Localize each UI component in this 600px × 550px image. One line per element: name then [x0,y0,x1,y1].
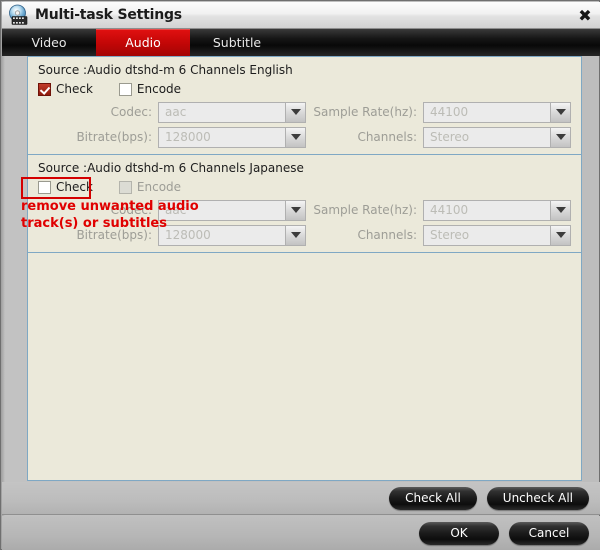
sample-rate-label: Sample Rate(hz): [313,203,417,217]
uncheck-all-button[interactable]: Uncheck All [486,486,589,510]
check-all-button[interactable]: Check All [389,486,477,510]
encode-checkbox[interactable]: Encode [118,180,182,194]
check-checkbox-label: Check [56,82,93,96]
codec-select[interactable]: aac [158,199,306,221]
codec-label: Codec: [110,105,152,119]
sample-rate-value: 44100 [430,203,469,217]
ok-button[interactable]: OK [419,521,499,545]
bitrate-label: Bitrate(bps): [76,130,152,144]
chevron-down-icon[interactable] [550,225,570,245]
bitrate-channels-row: Bitrate(bps): 128000 Channels: Stereo [36,224,573,246]
title-bar: Multi-task Settings ✖ [2,2,600,29]
track-source-line: Source :Audio dtshd-m 6 Channels Japanes… [38,161,304,175]
disc-film-icon [7,4,29,26]
bitrate-channels-row: Bitrate(bps): 128000 Channels: Stereo [36,126,573,148]
bitrate-select[interactable]: 128000 [158,224,306,246]
bitrate-value: 128000 [165,130,211,144]
chevron-down-icon[interactable] [285,127,305,147]
close-icon[interactable]: ✖ [570,2,600,28]
tab-strip: Video Audio Subtitle [2,29,600,56]
channels-value: Stereo [430,130,470,144]
sample-rate-value: 44100 [430,105,469,119]
audio-track-panel: Source :Audio dtshd-m 6 Channels Japanes… [28,155,581,253]
check-checkbox[interactable]: Check [38,82,93,96]
channels-select[interactable]: Stereo [423,126,571,148]
encode-checkbox-box[interactable] [118,82,132,96]
codec-label: Codec: [110,203,152,217]
track-checkbox-row: Check Encode [38,80,573,98]
cancel-button[interactable]: Cancel [509,521,589,545]
bitrate-value: 128000 [165,228,211,242]
sample-rate-select[interactable]: 44100 [423,199,571,221]
bitrate-select[interactable]: 128000 [158,126,306,148]
codec-samplerate-row: Codec: aac Sample Rate(hz): 44100 [36,101,573,123]
track-source-line: Source :Audio dtshd-m 6 Channels English [38,63,293,77]
encode-checkbox[interactable]: Encode [118,82,182,96]
tab-video[interactable]: Video [2,29,96,56]
bitrate-label: Bitrate(bps): [76,228,152,242]
check-checkbox-box[interactable] [38,180,51,194]
window-title: Multi-task Settings [35,7,182,23]
chevron-down-icon[interactable] [550,200,570,220]
multi-task-settings-window: Multi-task Settings ✖ Video Audio Subtit… [0,0,600,550]
codec-samplerate-row: Codec: aac Sample Rate(hz): 44100 [36,199,573,221]
tab-audio[interactable]: Audio [96,29,190,56]
encode-checkbox-label: Encode [136,82,182,96]
channels-select[interactable]: Stereo [423,224,571,246]
chevron-down-icon[interactable] [285,225,305,245]
dialog-buttons-row: OK Cancel [2,516,600,550]
sample-rate-select[interactable]: 44100 [423,101,571,123]
encode-checkbox-box[interactable] [118,180,132,194]
codec-value: aac [165,203,187,217]
tab-subtitle[interactable]: Subtitle [190,29,284,56]
check-checkbox[interactable]: Check [38,180,93,194]
chevron-down-icon[interactable] [285,200,305,220]
select-buttons-row: Check All Uncheck All [2,482,600,515]
chevron-down-icon[interactable] [285,102,305,122]
codec-value: aac [165,105,187,119]
sample-rate-label: Sample Rate(hz): [313,105,417,119]
audio-track-panel: Source :Audio dtshd-m 6 Channels English… [28,57,581,155]
channels-label: Channels: [357,130,417,144]
channels-value: Stereo [430,228,470,242]
track-checkbox-row: Check Encode [38,178,573,196]
codec-select[interactable]: aac [158,101,306,123]
encode-checkbox-label: Encode [136,180,182,194]
check-checkbox-label: Check [56,180,93,194]
audio-track-list[interactable]: Source :Audio dtshd-m 6 Channels English… [27,56,582,481]
check-checkbox-box[interactable] [38,82,51,96]
chevron-down-icon[interactable] [550,127,570,147]
channels-label: Channels: [357,228,417,242]
chevron-down-icon[interactable] [550,102,570,122]
